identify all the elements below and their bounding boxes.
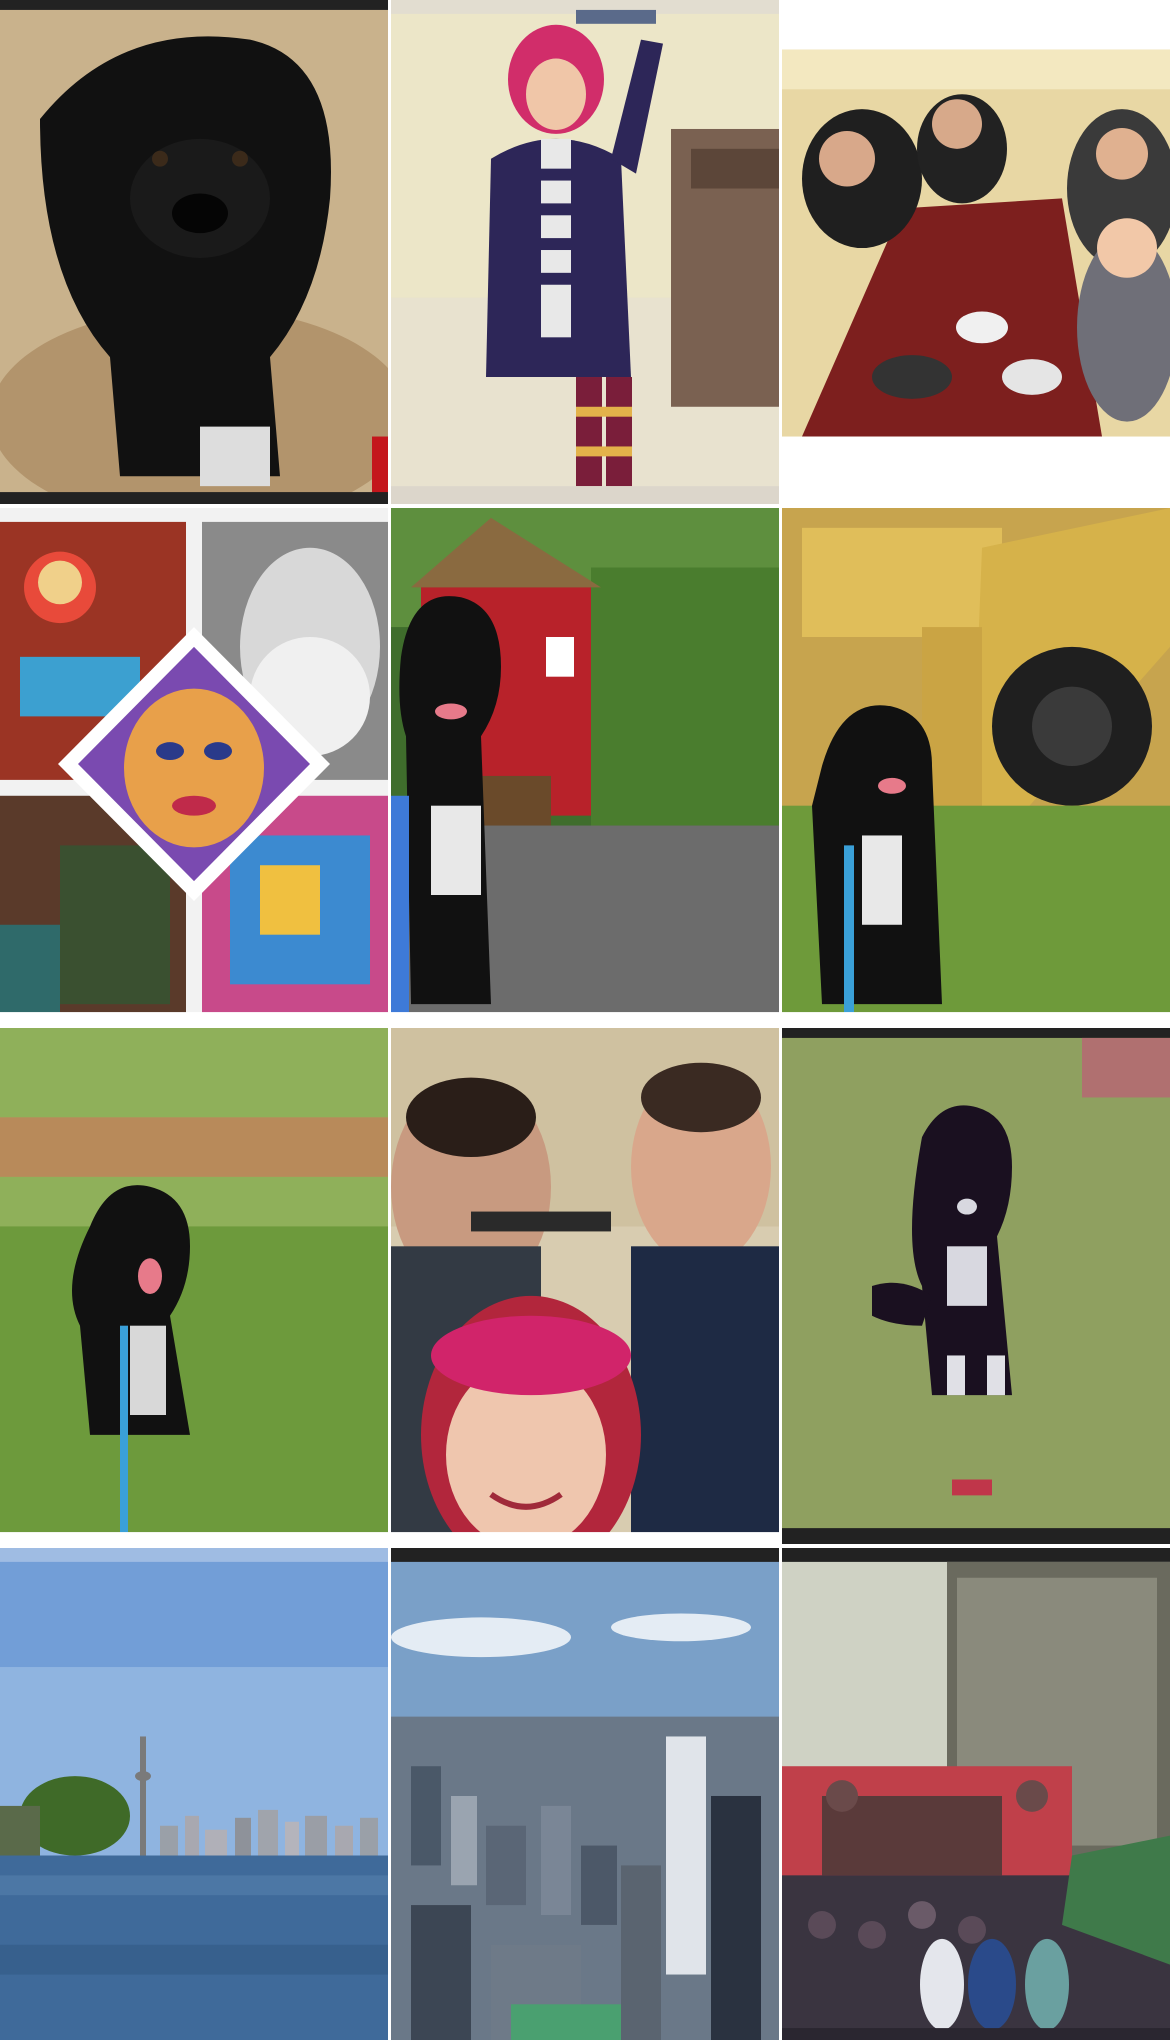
photo-tile-dog-on-bed[interactable] xyxy=(0,0,388,508)
photo-tile-graffiti-collage[interactable] xyxy=(0,508,388,1028)
woman-scarf-image xyxy=(391,0,779,504)
dog-cornfield-image xyxy=(0,1028,388,1544)
dog-on-bed-image xyxy=(0,0,388,504)
dog-tractor-image xyxy=(782,508,1170,1024)
photo-tile-diner-friends[interactable] xyxy=(782,0,1170,508)
photo-tile-concert-crowd[interactable] xyxy=(782,1548,1170,2044)
skyline-water-image xyxy=(0,1548,388,2040)
dog-lawn-image xyxy=(782,1028,1170,1544)
photo-tile-dog-cornfield[interactable] xyxy=(0,1028,388,1548)
dog-red-house-image xyxy=(391,508,779,1024)
photo-tile-friends-selfie[interactable] xyxy=(391,1028,779,1548)
photo-tile-dog-red-house[interactable] xyxy=(391,508,779,1028)
photo-tile-skyline-water[interactable] xyxy=(0,1548,388,2044)
photo-tile-woman-scarf[interactable] xyxy=(391,0,779,508)
photo-grid-page xyxy=(0,0,1170,2044)
diner-friends-image xyxy=(782,0,1170,504)
aerial-city-image xyxy=(391,1548,779,2040)
concert-crowd-image xyxy=(782,1548,1170,2040)
graffiti-collage-image xyxy=(0,508,388,1024)
photo-tile-dog-tractor[interactable] xyxy=(782,508,1170,1028)
friends-selfie-image xyxy=(391,1028,779,1544)
photo-tile-dog-lawn[interactable] xyxy=(782,1028,1170,1548)
photo-grid xyxy=(0,0,1170,2044)
photo-tile-aerial-city[interactable] xyxy=(391,1548,779,2044)
